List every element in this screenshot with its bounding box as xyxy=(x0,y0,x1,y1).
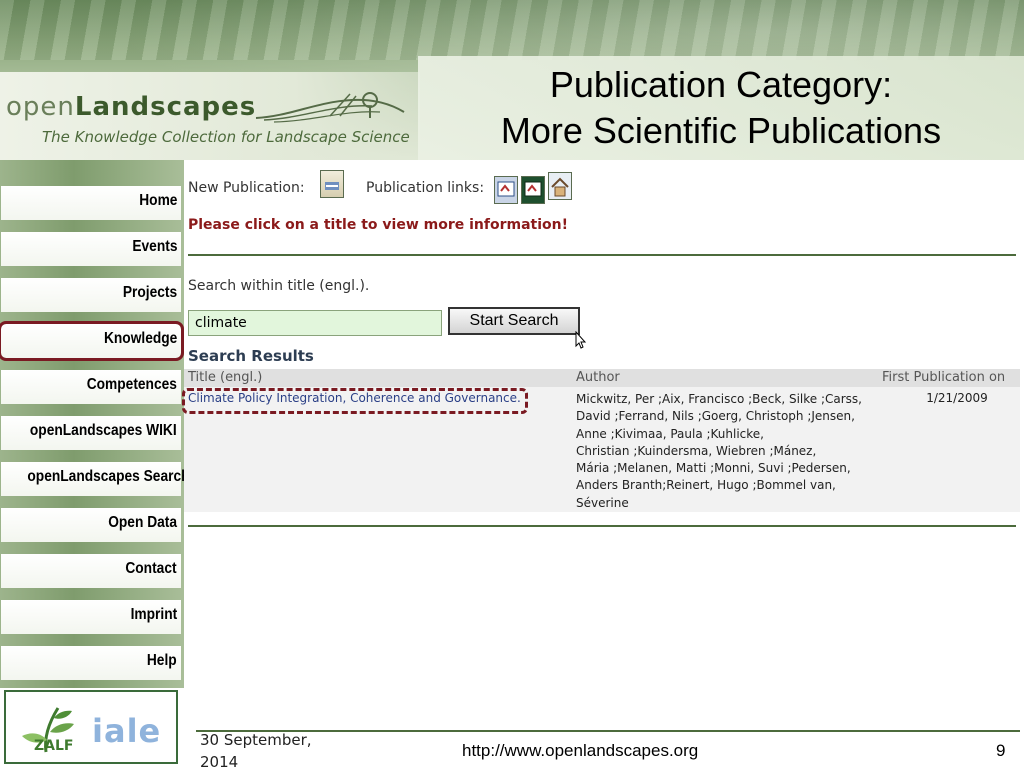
nav-item-events[interactable]: Events xyxy=(1,232,181,266)
nav-item-label: Events xyxy=(131,238,177,255)
nav-item-label: Help xyxy=(147,652,177,669)
nav-item-wiki[interactable]: openLandscapes WIKI xyxy=(1,416,181,450)
brand-tagline: The Knowledge Collection for Landscape S… xyxy=(42,128,410,146)
brand-light-text: open xyxy=(6,92,75,122)
link-icon[interactable] xyxy=(494,176,518,204)
new-document-icon[interactable] xyxy=(320,170,344,198)
nav-item-label: Projects xyxy=(122,284,177,301)
search-input[interactable] xyxy=(188,310,442,336)
brand-bold-text: Landscapes xyxy=(74,92,257,122)
nav-item-knowledge[interactable]: Knowledge xyxy=(0,321,184,361)
author-line: Christian ;Kuindersma, Wiebren ;Mánez, xyxy=(576,443,817,458)
svg-text:ZALF: ZALF xyxy=(34,738,73,754)
search-results-heading: Search Results xyxy=(188,347,314,365)
footer-page-number: 9 xyxy=(996,741,1006,760)
nav-item-help[interactable]: Help xyxy=(1,646,181,680)
nav-item-label: Home xyxy=(138,192,177,209)
slide-title: Publication Category: More Scientific Pu… xyxy=(418,62,1024,154)
author-line: David ;Ferrand, Nils ;Goerg, Christoph ;… xyxy=(576,409,855,424)
new-publication-label: New Publication: xyxy=(188,180,305,196)
nav-item-contact[interactable]: Contact xyxy=(1,554,181,588)
nav-item-search[interactable]: openLandscapes Search xyxy=(1,462,190,496)
author-line: Anders Branth;Reinert, Hugo ;Bommel van, xyxy=(576,478,836,493)
author-line: Mickwitz, Per ;Aix, Francisco ;Beck, Sil… xyxy=(576,392,862,406)
nav-item-open-data[interactable]: Open Data xyxy=(1,508,181,542)
landscape-logo-icon xyxy=(255,92,405,123)
nav-item-home[interactable]: Home xyxy=(1,186,181,220)
instruction-message: Please click on a title to view more inf… xyxy=(188,217,568,233)
publication-links-label: Publication links: xyxy=(366,180,485,196)
iale-logo-text: iale xyxy=(92,712,162,750)
author-line: Séverine xyxy=(576,495,629,510)
nav-item-label: openLandscapes WIKI xyxy=(30,422,177,439)
publication-authors: Mickwitz, Per ;Aix, Francisco ;Beck, Sil… xyxy=(576,391,876,512)
nav-item-projects[interactable]: Projects xyxy=(1,278,181,312)
slide-title-line2: More Scientific Publications xyxy=(500,110,942,151)
footer-url[interactable]: http://www.openlandscapes.org xyxy=(462,741,698,761)
divider-bottom xyxy=(188,525,1016,527)
footer-date: 30 September, 2014 xyxy=(200,729,340,768)
home-icon[interactable] xyxy=(548,172,572,200)
nav-item-label: Open Data xyxy=(108,514,177,531)
nav-item-label: openLandscapes Search xyxy=(27,468,190,485)
footer-date-line2: 2014 xyxy=(200,753,239,768)
footer-date-line1: 30 September, xyxy=(200,731,312,749)
column-header-title[interactable]: Title (engl.) xyxy=(188,370,262,385)
nav-item-competences[interactable]: Competences xyxy=(1,370,181,404)
link-dark-icon[interactable] xyxy=(521,176,545,204)
openlandscapes-logo[interactable]: openLandscapes xyxy=(6,92,256,122)
nav-item-label: Knowledge xyxy=(103,330,177,347)
start-search-button[interactable]: Start Search xyxy=(448,307,580,335)
nav-item-label: Competences xyxy=(86,376,177,393)
column-header-date[interactable]: First Publication on xyxy=(882,370,1005,385)
highlight-dashed-box xyxy=(182,388,528,414)
mouse-cursor-icon xyxy=(575,331,587,349)
search-label: Search within title (engl.). xyxy=(188,278,370,294)
divider-top xyxy=(188,254,1016,256)
nav-item-label: Contact xyxy=(125,560,177,577)
slide-title-line1: Publication Category: xyxy=(549,64,893,105)
publication-date: 1/21/2009 xyxy=(926,391,988,405)
author-line: Anne ;Kivimaa, Paula ;Kuhlicke, xyxy=(576,426,764,441)
column-header-author[interactable]: Author xyxy=(576,370,620,385)
results-table-header: Title (engl.) Author First Publication o… xyxy=(184,369,1020,387)
author-line: Mária ;Melanen, Matti ;Monni, Suvi ;Pede… xyxy=(576,461,851,476)
nav-item-label: Imprint xyxy=(130,606,177,623)
iale-leaf-icon: ZALF xyxy=(22,707,74,754)
nav-item-imprint[interactable]: Imprint xyxy=(1,600,181,634)
